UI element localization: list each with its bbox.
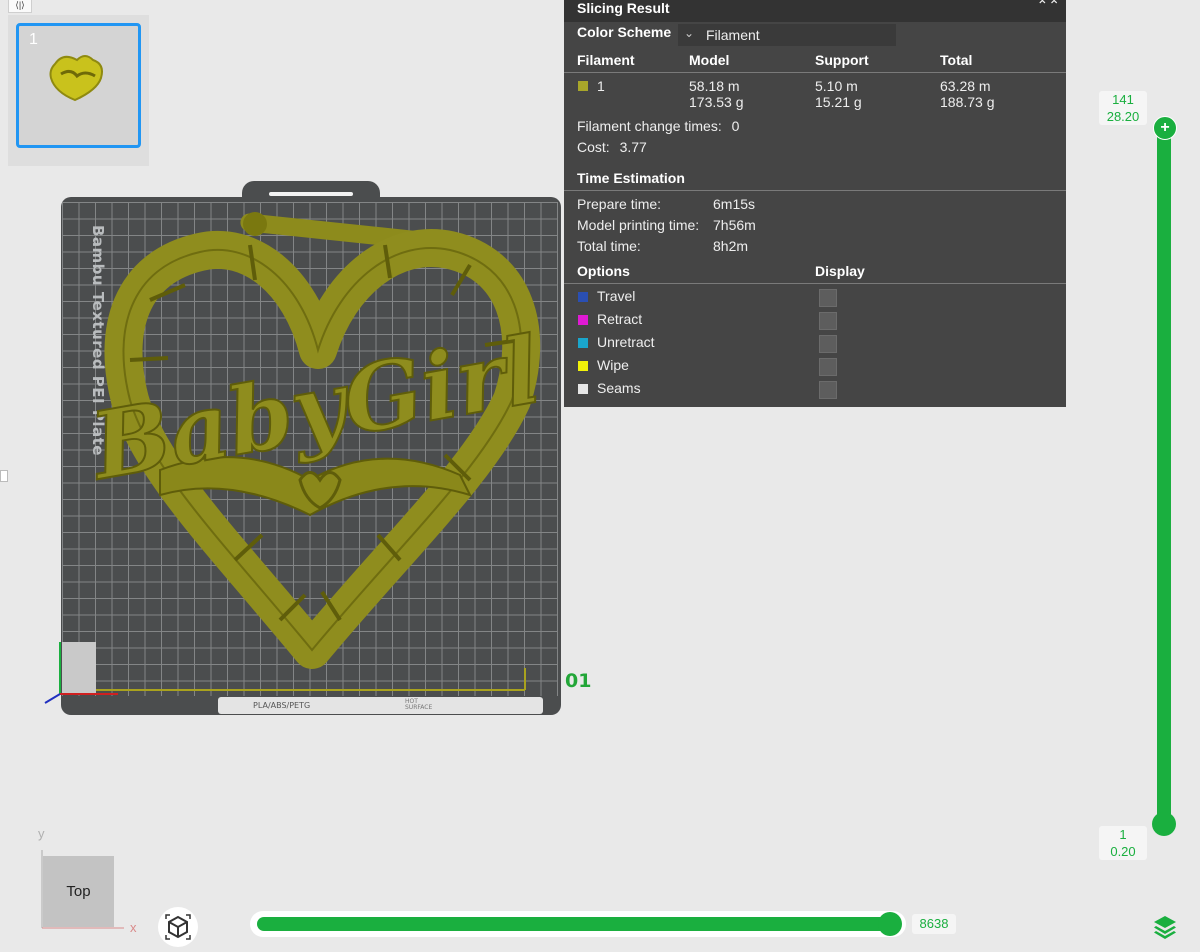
reset-view-button[interactable] — [158, 907, 198, 947]
view-axes — [41, 850, 124, 929]
axis-x-label: x — [130, 920, 137, 935]
view-cube[interactable]: Top — [43, 856, 114, 927]
cube-view-icon — [165, 914, 191, 940]
